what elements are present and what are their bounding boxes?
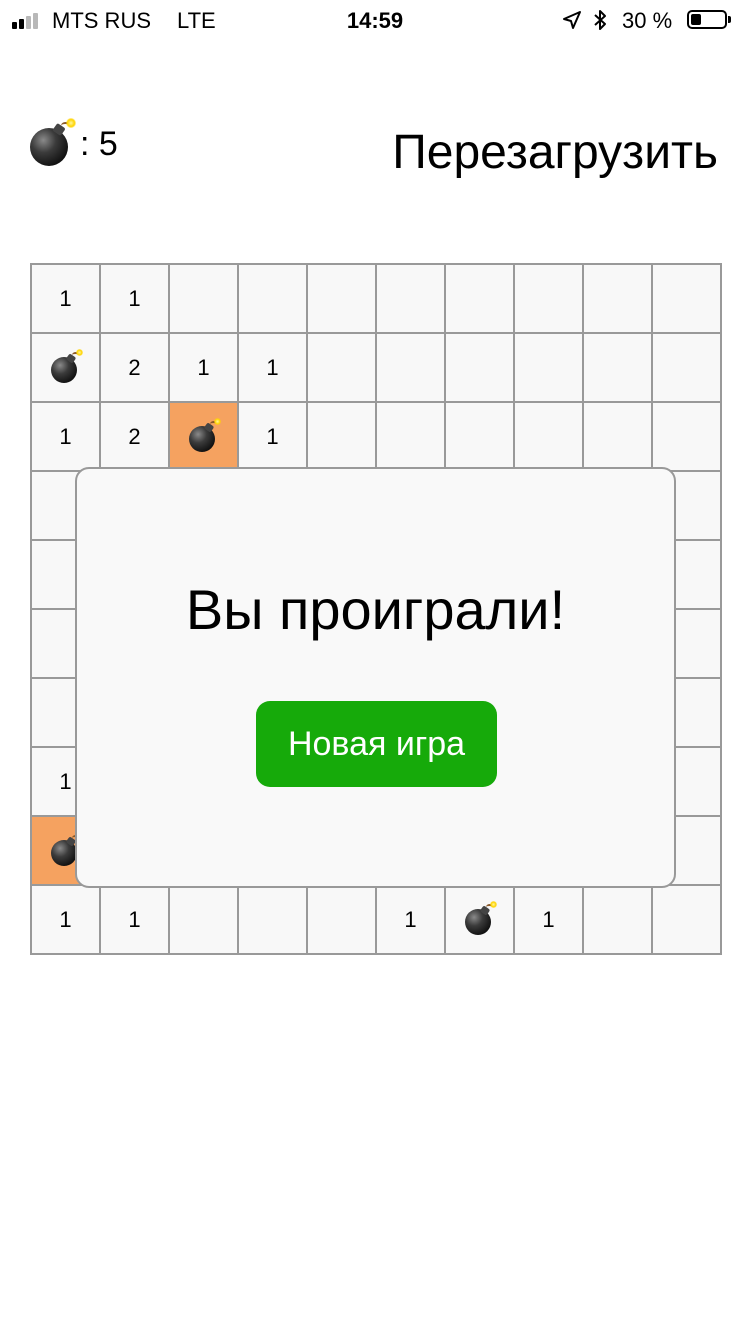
board-cell[interactable] [239, 265, 308, 334]
bluetooth-icon [594, 10, 606, 30]
board-cell[interactable]: 1 [170, 334, 239, 403]
board-cell[interactable]: 2 [101, 403, 170, 472]
battery-percent: 30 % [622, 8, 673, 33]
board-cell[interactable]: 1 [32, 403, 101, 472]
cell-number: 1 [197, 354, 210, 380]
bomb-icon [30, 118, 76, 166]
cell-number: 1 [266, 423, 279, 449]
cell-number: 2 [128, 354, 141, 380]
dialog-title: Вы проиграли! [185, 578, 566, 641]
board-cell[interactable] [584, 334, 653, 403]
cell-number: 2 [128, 423, 141, 449]
board-cell[interactable]: 1 [515, 886, 584, 955]
board-cell[interactable]: 1 [239, 403, 308, 472]
status-bar: MTS RUS LTE 14:59 30 % [0, 0, 750, 40]
board-cell[interactable] [515, 334, 584, 403]
board-cell[interactable] [653, 886, 722, 955]
board-cell[interactable]: 1 [101, 886, 170, 955]
cell-number: 1 [59, 906, 72, 932]
board-cell[interactable] [446, 265, 515, 334]
location-arrow-icon [563, 11, 581, 29]
board-cell[interactable] [584, 265, 653, 334]
cell-number: 1 [59, 423, 72, 449]
cell-number: 1 [128, 906, 141, 932]
board-cell[interactable] [584, 403, 653, 472]
board-cell[interactable] [377, 334, 446, 403]
board-cell[interactable] [308, 403, 377, 472]
board-cell[interactable] [32, 334, 101, 403]
cell-number: 1 [128, 285, 141, 311]
board-cell[interactable]: 1 [32, 886, 101, 955]
board-cell[interactable]: 1 [32, 265, 101, 334]
battery-icon [687, 10, 731, 29]
bomb-icon [464, 900, 497, 935]
board-cell[interactable]: 1 [377, 886, 446, 955]
board-cell[interactable] [584, 886, 653, 955]
board-cell[interactable] [653, 265, 722, 334]
cell-number: 1 [59, 285, 72, 311]
board-cell[interactable] [515, 403, 584, 472]
board-cell[interactable] [308, 334, 377, 403]
board-cell[interactable]: 2 [101, 334, 170, 403]
new-game-button[interactable]: Новая игра [256, 701, 497, 787]
mine-count: : 5 [80, 124, 118, 163]
board-cell[interactable] [377, 403, 446, 472]
mine-counter: : 5 [30, 118, 118, 168]
board-cell[interactable] [446, 334, 515, 403]
cell-number: 1 [542, 906, 555, 932]
bomb-icon [50, 348, 83, 383]
board-cell[interactable] [377, 265, 446, 334]
board-cell[interactable]: 1 [101, 265, 170, 334]
board-cell[interactable] [515, 265, 584, 334]
board-cell[interactable] [653, 334, 722, 403]
board-cell[interactable] [170, 265, 239, 334]
board-cell[interactable] [308, 886, 377, 955]
board-cell[interactable]: 1 [239, 334, 308, 403]
board-cell[interactable] [170, 886, 239, 955]
board-cell[interactable] [653, 403, 722, 472]
board-cell[interactable] [446, 886, 515, 955]
cell-number: 1 [266, 354, 279, 380]
board-cell[interactable] [239, 886, 308, 955]
board-cell[interactable] [170, 403, 239, 472]
bomb-icon [188, 417, 221, 452]
reload-button[interactable]: Перезагрузить [392, 120, 718, 184]
board-cell[interactable] [308, 265, 377, 334]
game-over-dialog: Вы проиграли! Новая игра [75, 467, 676, 888]
cell-number: 1 [404, 906, 417, 932]
board-cell[interactable] [446, 403, 515, 472]
cell-number: 1 [59, 768, 72, 794]
